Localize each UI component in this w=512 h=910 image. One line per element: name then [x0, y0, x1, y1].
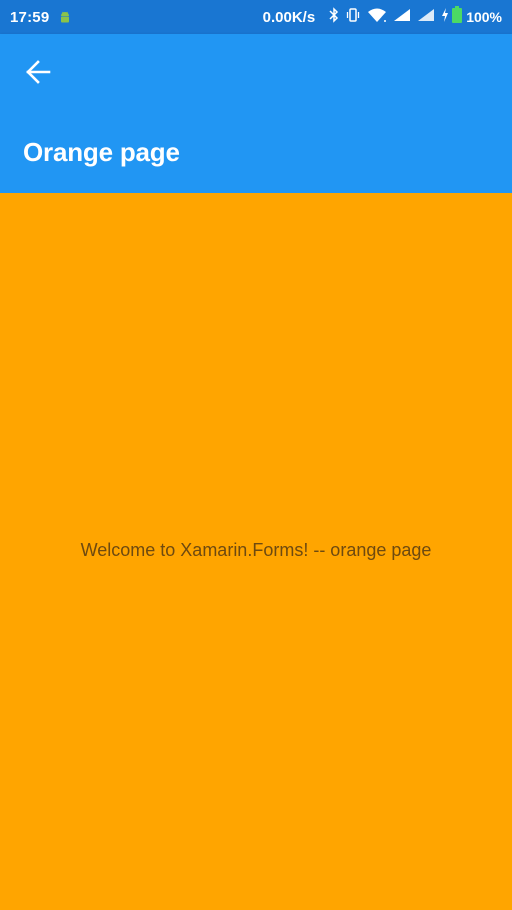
battery-icon [452, 6, 463, 28]
status-right: 0.00K/s 100% [263, 6, 502, 28]
wifi-icon [367, 7, 387, 28]
android-notification-icon [59, 11, 71, 23]
screen: 17:59 0.00K/s 100% Orange page Welcome t… [0, 0, 512, 910]
bluetooth-icon [329, 6, 339, 28]
arrow-left-icon [25, 59, 51, 90]
back-button[interactable] [20, 56, 56, 92]
content-area: Welcome to Xamarin.Forms! -- orange page [0, 193, 512, 910]
vibrate-icon [345, 7, 361, 28]
status-left: 17:59 [10, 9, 71, 26]
page-title: Orange page [23, 137, 180, 167]
app-bar: Orange page [0, 34, 512, 193]
net-speed: 0.00K/s [262, 8, 316, 26]
charging-icon [441, 7, 449, 27]
status-bar: 17:59 0.00K/s 100% [0, 0, 512, 34]
status-time: 17:59 [10, 8, 50, 26]
signal-icon [417, 8, 435, 27]
signal-icon [393, 8, 411, 27]
battery-percent: 100% [466, 9, 502, 25]
welcome-label: Welcome to Xamarin.Forms! -- orange page [80, 540, 432, 560]
